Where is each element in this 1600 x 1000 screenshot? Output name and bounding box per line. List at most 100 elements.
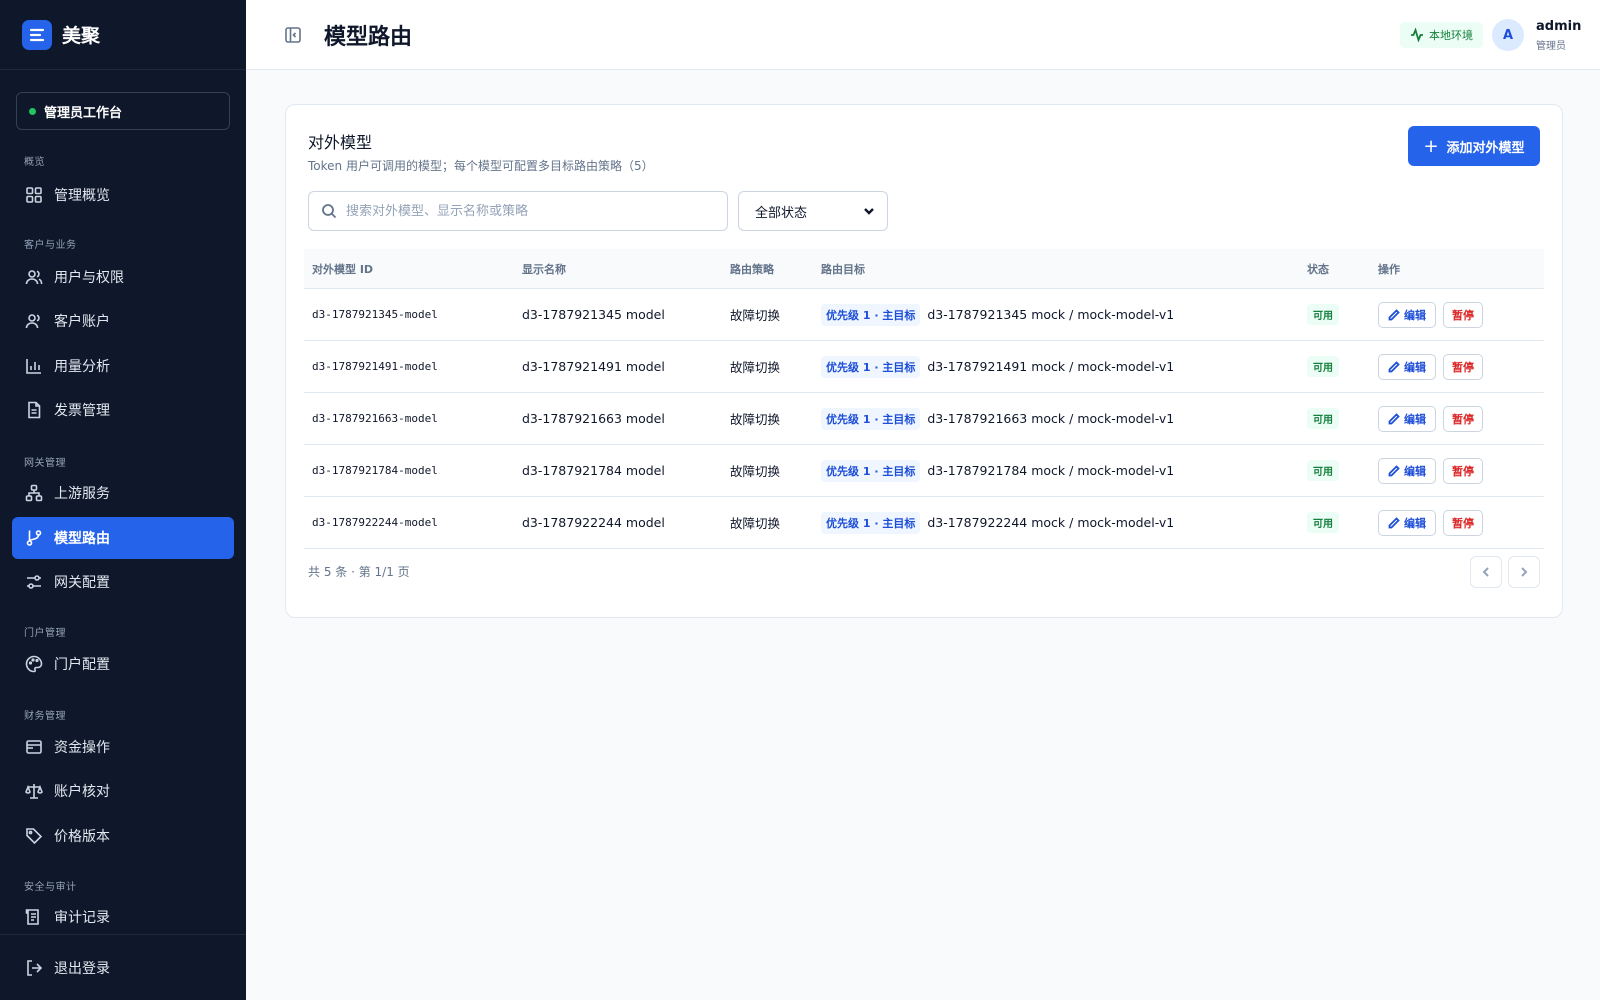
pause-button[interactable]: 暂停 [1443, 509, 1483, 536]
sidebar-item-model-routing[interactable]: 模型路由 [12, 517, 234, 559]
edit-button[interactable]: 编辑 [1378, 301, 1436, 328]
status-badge: 可用 [1307, 304, 1339, 325]
search-input[interactable] [346, 203, 716, 219]
sidebar-item-funds[interactable]: 资金操作 [12, 726, 234, 768]
actions-cell: 编辑 暂停 [1378, 509, 1544, 536]
sidebar-item-invoices[interactable]: 发票管理 [12, 389, 234, 431]
table-header: 对外模型 ID 显示名称 路由策略 路由目标 状态 操作 [304, 249, 1544, 289]
user-role: 管理员 [1536, 41, 1566, 52]
edit-button[interactable]: 编辑 [1378, 405, 1436, 432]
routing-strategy: 故障切换 [730, 308, 781, 323]
display-name: d3-1787921491 model [522, 359, 665, 374]
priority-badge: 优先级 1 · 主目标 [821, 303, 921, 326]
table-row: d3-1787922244-model d3-1787922244 model … [304, 497, 1544, 549]
avatar[interactable]: A [1492, 19, 1524, 51]
edit-label: 编辑 [1404, 516, 1426, 530]
top-header: 模型路由 本地环境 A admin 管理员 [246, 0, 1600, 70]
sidebar-item-reconciliation[interactable]: 账户核对 [12, 770, 234, 812]
status-cell: 可用 [1307, 408, 1378, 429]
status-badge: 可用 [1307, 408, 1339, 429]
sidebar-item-label: 用户与权限 [54, 270, 124, 286]
routing-target: 优先级 1 · 主目标 d3-1787921663 mock / mock-mo… [821, 407, 1307, 430]
edit-label: 编辑 [1404, 412, 1426, 426]
sidebar: 美聚 管理员工作台 概览 管理概览 客户与业务 用户与权限 客户账户 用量分析 … [0, 0, 246, 1000]
status-badge: 可用 [1307, 460, 1339, 481]
nav-section-security: 安全与审计 [24, 882, 77, 893]
model-id: d3-1787922244-model [312, 516, 438, 529]
pencil-icon [1388, 412, 1400, 424]
sidebar-toggle-icon[interactable] [284, 26, 302, 44]
next-page-button[interactable] [1508, 556, 1540, 588]
invoice-icon [28, 401, 41, 419]
prev-page-button[interactable] [1470, 556, 1502, 588]
status-cell: 可用 [1307, 512, 1378, 533]
branch-icon [26, 530, 42, 546]
pagination-summary: 共 5 条 · 第 1/1 页 [308, 565, 410, 579]
audit-icon [25, 909, 39, 925]
priority-badge: 优先级 1 · 主目标 [821, 407, 921, 430]
activity-icon [1411, 28, 1423, 42]
sidebar-item-portal-config[interactable]: 门户配置 [12, 643, 234, 685]
logout-button[interactable]: 退出登录 [12, 947, 234, 989]
routing-strategy: 故障切换 [730, 360, 781, 375]
priority-badge: 优先级 1 · 主目标 [821, 511, 921, 534]
tag-icon [26, 828, 43, 845]
user-name[interactable]: admin [1536, 19, 1581, 34]
target-text: d3-1787922244 mock / mock-model-v1 [927, 515, 1175, 530]
dashboard-icon [26, 187, 42, 203]
sidebar-item-label: 账户核对 [54, 784, 110, 800]
models-table: 对外模型 ID 显示名称 路由策略 路由目标 状态 操作 d3-17879213… [304, 249, 1544, 549]
palette-icon [25, 655, 43, 673]
nav-section-gateway: 网关管理 [24, 458, 66, 469]
card-title: 对外模型 [308, 133, 373, 152]
pause-button[interactable]: 暂停 [1443, 301, 1483, 328]
sidebar-item-pricing[interactable]: 价格版本 [12, 815, 234, 857]
network-icon [25, 484, 43, 502]
sidebar-item-label: 网关配置 [54, 575, 110, 591]
sidebar-item-label: 模型路由 [54, 531, 110, 547]
sidebar-item-label: 客户账户 [54, 314, 110, 330]
nav-section-customers: 客户与业务 [24, 240, 77, 251]
edit-label: 编辑 [1404, 464, 1426, 478]
edit-button[interactable]: 编辑 [1378, 457, 1436, 484]
target-text: d3-1787921491 mock / mock-model-v1 [927, 359, 1175, 374]
routing-target: 优先级 1 · 主目标 d3-1787921491 mock / mock-mo… [821, 355, 1307, 378]
actions-cell: 编辑 暂停 [1378, 301, 1544, 328]
sidebar-item-upstream[interactable]: 上游服务 [12, 472, 234, 514]
sidebar-item-users[interactable]: 用户与权限 [12, 256, 234, 298]
actions-cell: 编辑 暂停 [1378, 353, 1544, 380]
edit-button[interactable]: 编辑 [1378, 353, 1436, 380]
sidebar-item-gateway-config[interactable]: 网关配置 [12, 561, 234, 603]
sidebar-item-dashboard[interactable]: 管理概览 [12, 174, 234, 216]
display-name: d3-1787921345 model [522, 307, 665, 322]
plus-icon: + [1423, 135, 1439, 157]
edit-button[interactable]: 编辑 [1378, 509, 1436, 536]
routing-target: 优先级 1 · 主目标 d3-1787921784 mock / mock-mo… [821, 459, 1307, 482]
customers-icon [25, 314, 40, 329]
routing-strategy: 故障切换 [730, 412, 781, 427]
external-models-card: 对外模型 Token 用户可调用的模型；每个模型可配置多目标路由策略（5） + … [285, 104, 1563, 618]
pause-button[interactable]: 暂停 [1443, 405, 1483, 432]
brand[interactable]: 美聚 [0, 0, 246, 70]
add-external-model-button[interactable]: + 添加对外模型 [1408, 126, 1540, 166]
card-subtitle: Token 用户可调用的模型；每个模型可配置多目标路由策略（5） [308, 159, 654, 173]
sidebar-item-customers[interactable]: 客户账户 [12, 300, 234, 342]
display-name: d3-1787922244 model [522, 515, 665, 530]
priority-badge: 优先级 1 · 主目标 [821, 459, 921, 482]
sidebar-item-audit[interactable]: 审计记录 [12, 896, 234, 938]
pause-button[interactable]: 暂停 [1443, 457, 1483, 484]
online-dot-icon [29, 107, 36, 115]
pause-button[interactable]: 暂停 [1443, 353, 1483, 380]
status-filter-select[interactable]: 全部状态 [738, 191, 888, 231]
status-cell: 可用 [1307, 304, 1378, 325]
sidebar-item-label: 上游服务 [54, 486, 110, 502]
workspace-switcher[interactable]: 管理员工作台 [16, 92, 230, 130]
table-row: d3-1787921784-model d3-1787921784 model … [304, 445, 1544, 497]
display-name: d3-1787921663 model [522, 411, 665, 426]
nav-section-portal: 门户管理 [24, 628, 66, 639]
pencil-icon [1388, 516, 1400, 528]
scale-icon [25, 784, 43, 799]
sidebar-item-usage[interactable]: 用量分析 [12, 345, 234, 387]
model-id: d3-1787921491-model [312, 360, 438, 373]
sidebar-item-label: 门户配置 [54, 657, 110, 673]
